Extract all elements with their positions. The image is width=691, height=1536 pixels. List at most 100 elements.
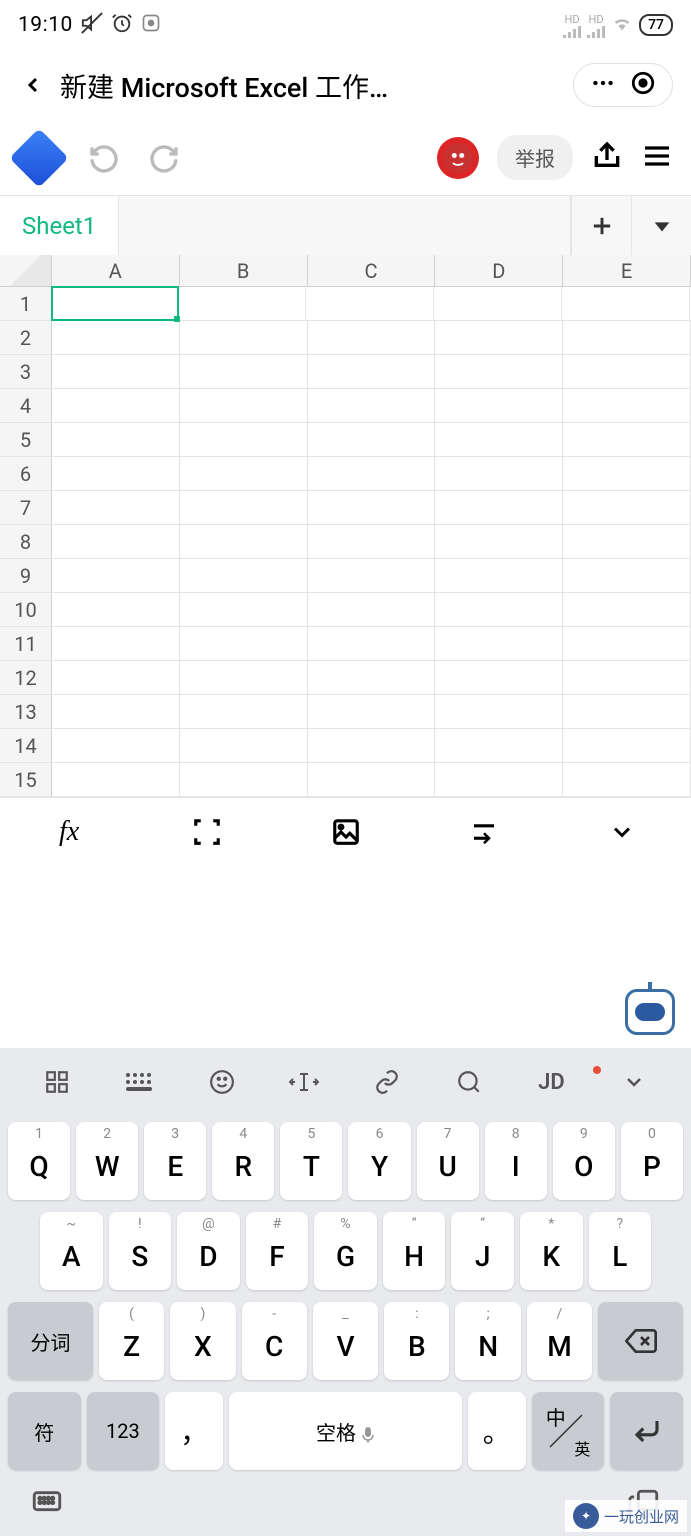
key-e[interactable]: 3E — [144, 1122, 206, 1200]
key-b[interactable]: :B — [384, 1302, 449, 1380]
cell[interactable] — [52, 355, 180, 388]
cell[interactable] — [180, 525, 308, 558]
key-period[interactable]: 。 — [468, 1392, 526, 1470]
row-header[interactable]: 6 — [0, 457, 52, 490]
row-header[interactable]: 2 — [0, 321, 52, 354]
row-header[interactable]: 7 — [0, 491, 52, 524]
cell[interactable] — [563, 491, 691, 524]
cell[interactable] — [435, 763, 563, 796]
key-j[interactable]: ”J — [451, 1212, 514, 1290]
cell[interactable] — [435, 559, 563, 592]
cell[interactable] — [308, 661, 436, 694]
key-p[interactable]: 0P — [621, 1122, 683, 1200]
cell[interactable] — [563, 389, 691, 422]
cell[interactable] — [308, 695, 436, 728]
cell[interactable] — [563, 423, 691, 456]
cell[interactable] — [563, 627, 691, 660]
key-backspace[interactable] — [598, 1302, 683, 1380]
key-space[interactable]: 空格 — [229, 1392, 461, 1470]
key-m[interactable]: /M — [527, 1302, 592, 1380]
cell[interactable] — [52, 491, 180, 524]
cell[interactable] — [563, 559, 691, 592]
share-button[interactable] — [591, 140, 623, 176]
cell[interactable] — [308, 729, 436, 762]
key-lang-switch[interactable]: 中 英 — [532, 1392, 605, 1470]
cell[interactable] — [52, 457, 180, 490]
cell[interactable] — [563, 593, 691, 626]
cell[interactable] — [180, 491, 308, 524]
cell[interactable] — [563, 355, 691, 388]
cell[interactable] — [178, 287, 306, 320]
col-header-e[interactable]: E — [563, 255, 691, 286]
cell[interactable] — [180, 695, 308, 728]
report-button[interactable]: 举报 — [497, 135, 573, 180]
key-i[interactable]: 8I — [485, 1122, 547, 1200]
key-v[interactable]: _V — [313, 1302, 378, 1380]
cell[interactable] — [435, 355, 563, 388]
row-header[interactable]: 11 — [0, 627, 52, 660]
kb-cursor-icon[interactable] — [263, 1069, 345, 1095]
key-k[interactable]: *K — [520, 1212, 583, 1290]
spreadsheet-grid[interactable]: A B C D E 1 2 3 4 5 6 7 8 9 10 11 12 13 … — [0, 255, 691, 797]
record-button[interactable] — [630, 70, 656, 100]
cell[interactable] — [435, 661, 563, 694]
cell[interactable] — [308, 423, 436, 456]
cell[interactable] — [435, 525, 563, 558]
app-logo-icon[interactable] — [9, 128, 68, 187]
row-header[interactable]: 10 — [0, 593, 52, 626]
cell[interactable] — [180, 355, 308, 388]
kb-clip-icon[interactable] — [346, 1069, 428, 1095]
cell-a1[interactable] — [51, 286, 179, 321]
cell[interactable] — [308, 627, 436, 660]
kb-hide-icon[interactable] — [30, 1487, 64, 1525]
cell[interactable] — [308, 491, 436, 524]
cell[interactable] — [308, 321, 436, 354]
col-header-a[interactable]: A — [52, 255, 180, 286]
key-s[interactable]: !S — [109, 1212, 172, 1290]
cell[interactable] — [308, 593, 436, 626]
cell[interactable] — [563, 661, 691, 694]
cell[interactable] — [52, 763, 180, 796]
row-header[interactable]: 4 — [0, 389, 52, 422]
key-w[interactable]: 2W — [76, 1122, 138, 1200]
cell[interactable] — [563, 457, 691, 490]
cell[interactable] — [180, 729, 308, 762]
key-o[interactable]: 9O — [553, 1122, 615, 1200]
kb-search-icon[interactable] — [428, 1069, 510, 1095]
col-header-c[interactable]: C — [308, 255, 436, 286]
fx-button[interactable]: fx — [0, 816, 138, 848]
assistant-icon[interactable] — [625, 989, 675, 1035]
key-r[interactable]: 4R — [212, 1122, 274, 1200]
key-f[interactable]: #F — [246, 1212, 309, 1290]
kb-keyboard-icon[interactable] — [98, 1069, 180, 1095]
cell[interactable] — [308, 355, 436, 388]
cell[interactable] — [435, 627, 563, 660]
tab-button[interactable] — [415, 817, 553, 847]
col-header-b[interactable]: B — [180, 255, 308, 286]
cell[interactable] — [563, 321, 691, 354]
kb-emoji-icon[interactable] — [181, 1069, 263, 1095]
cell[interactable] — [52, 695, 180, 728]
collapse-button[interactable] — [553, 818, 691, 846]
cell[interactable] — [180, 627, 308, 660]
row-header[interactable]: 3 — [0, 355, 52, 388]
sheet-tab-active[interactable]: Sheet1 — [0, 196, 119, 255]
select-all-corner[interactable] — [0, 255, 52, 286]
cell[interactable] — [180, 389, 308, 422]
key-z[interactable]: (Z — [99, 1302, 164, 1380]
cell[interactable] — [562, 287, 690, 320]
cell[interactable] — [435, 389, 563, 422]
cell[interactable] — [180, 559, 308, 592]
row-header[interactable]: 13 — [0, 695, 52, 728]
cell[interactable] — [563, 695, 691, 728]
row-header[interactable]: 12 — [0, 661, 52, 694]
cell[interactable] — [52, 661, 180, 694]
cell[interactable] — [308, 559, 436, 592]
cell[interactable] — [306, 287, 434, 320]
col-header-d[interactable]: D — [435, 255, 563, 286]
back-button[interactable] — [18, 70, 48, 100]
scan-button[interactable] — [138, 817, 276, 847]
key-a[interactable]: ~A — [40, 1212, 103, 1290]
undo-button[interactable] — [88, 142, 120, 174]
cell[interactable] — [435, 729, 563, 762]
